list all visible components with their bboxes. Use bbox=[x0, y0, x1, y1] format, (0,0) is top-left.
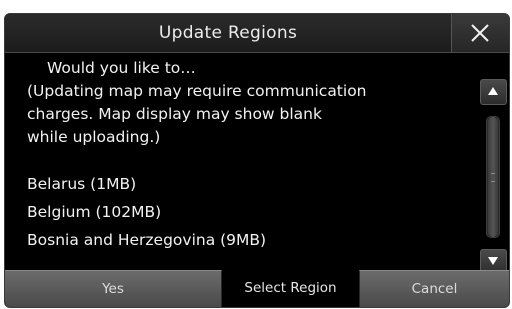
message-area: Would you like to… (Updating map may req… bbox=[27, 57, 467, 254]
region-list: Belarus (1MB) Belgium (102MB) Bosnia and… bbox=[27, 170, 467, 254]
yes-button[interactable]: Yes bbox=[5, 270, 222, 307]
triangle-down-icon bbox=[488, 257, 498, 265]
note-text: (Updating map may require communication … bbox=[27, 82, 367, 146]
close-icon bbox=[471, 24, 489, 42]
scrollbar-thumb[interactable] bbox=[488, 117, 498, 237]
grip-icon bbox=[491, 173, 495, 182]
dialog-title: Update Regions bbox=[158, 23, 298, 43]
cancel-button[interactable]: Cancel bbox=[359, 270, 509, 307]
select-region-button[interactable]: Select Region bbox=[222, 270, 359, 307]
region-item: Belarus (1MB) bbox=[27, 175, 137, 193]
screen: Update Regions Would you like to… (Updat… bbox=[0, 0, 512, 309]
prompt-text: Would you like to… bbox=[47, 59, 196, 77]
triangle-up-icon bbox=[488, 87, 498, 95]
dialog-titlebar: Update Regions bbox=[5, 14, 509, 53]
scroll-up-button[interactable] bbox=[480, 79, 507, 105]
dialog-content: Would you like to… (Updating map may req… bbox=[5, 53, 509, 275]
region-item: Bosnia and Herzegovina (9MB) bbox=[27, 231, 267, 249]
close-button[interactable] bbox=[451, 14, 509, 52]
update-regions-dialog: Update Regions Would you like to… (Updat… bbox=[4, 13, 510, 308]
button-bar: Yes Select Region Cancel bbox=[5, 270, 509, 307]
region-item: Belgium (102MB) bbox=[27, 203, 162, 221]
scrollbar-track[interactable] bbox=[486, 116, 500, 238]
